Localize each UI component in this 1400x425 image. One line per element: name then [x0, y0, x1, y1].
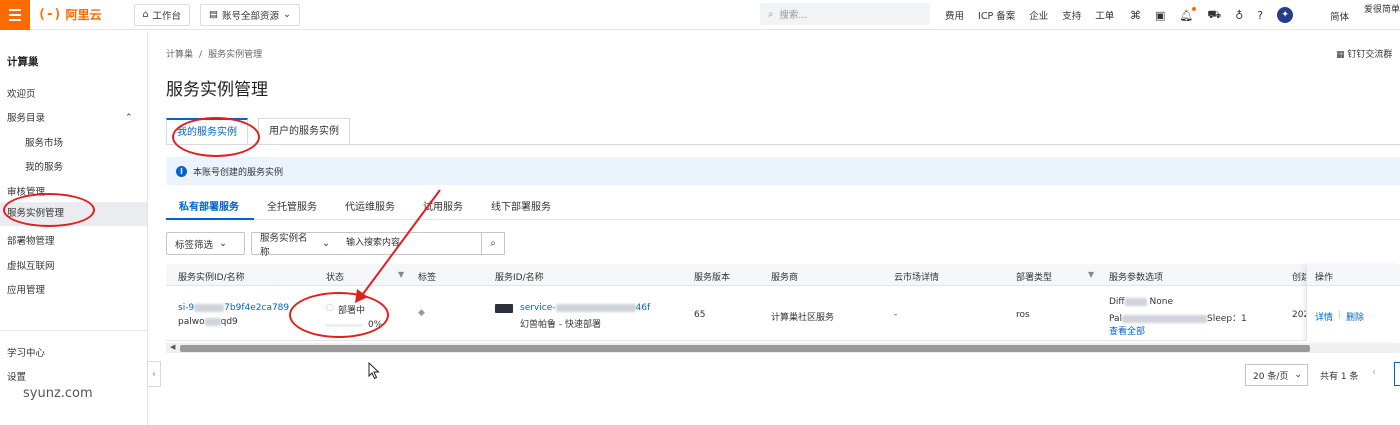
annotation-arrow [355, 189, 441, 303]
mouse-cursor-icon [368, 362, 380, 380]
